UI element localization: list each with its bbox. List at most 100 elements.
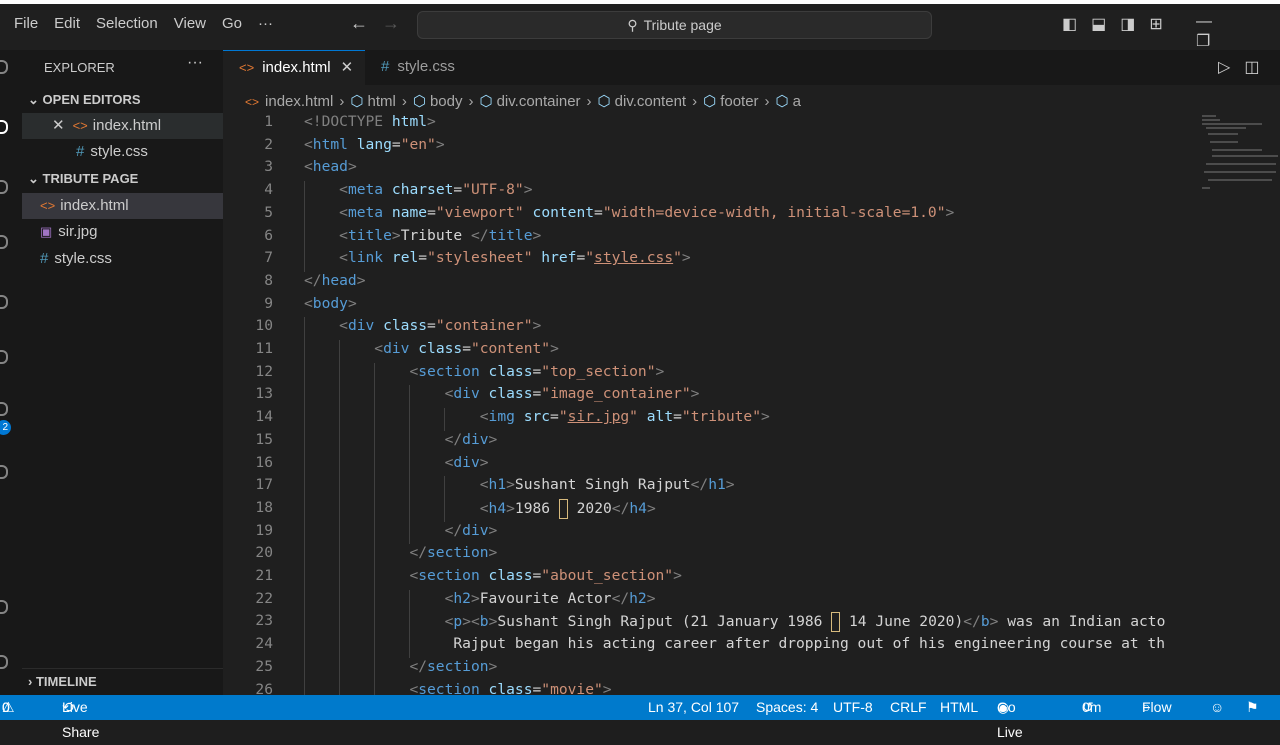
line-text: <body> (304, 294, 357, 312)
testing-icon[interactable] (0, 465, 8, 479)
command-center-search[interactable]: ⚲ Tribute page (417, 11, 932, 39)
breadcrumb-item[interactable]: html (368, 93, 396, 110)
tab-label: style.css (397, 58, 455, 75)
timeline-section[interactable]: › TIMELINE (22, 668, 223, 695)
line-number: 13 (255, 385, 273, 403)
open-editor-style-css[interactable]: # style.css (22, 139, 223, 165)
split-editor-icon[interactable]: ◫ (1244, 59, 1259, 76)
encoding[interactable]: UTF-8 (833, 695, 873, 720)
minimap-line (1206, 163, 1276, 165)
menu-file[interactable]: File (14, 15, 38, 32)
line-number: 26 (255, 680, 273, 696)
forward-arrow-icon[interactable]: → (382, 13, 400, 33)
menu-more[interactable]: ··· (258, 15, 273, 32)
html-file-icon: <> (72, 118, 88, 133)
close-tab-icon[interactable]: ✕ (341, 59, 354, 76)
explorer-sidebar: EXPLORER ··· ⌄ OPEN EDITORS ✕ <> index.htm… (22, 50, 223, 695)
line-text: <!DOCTYPE html> (304, 113, 436, 130)
line-number: 19 (255, 521, 273, 539)
feedback-icon[interactable]: ⚑ (1246, 695, 1259, 720)
file-style-css[interactable]: # style.css (22, 246, 223, 272)
minimap-line (1202, 187, 1210, 189)
code-line: 21 <section class="about_section"> (223, 567, 1198, 590)
accounts-icon[interactable] (0, 600, 8, 614)
line-text: <title>Tribute </title> (339, 226, 542, 244)
line-text: <head> (304, 158, 357, 176)
restore-icon[interactable]: ❐ (1196, 33, 1210, 50)
minimap-line (1212, 149, 1262, 151)
code-line: 1 <!DOCTYPE html> (223, 113, 1198, 136)
remote-icon[interactable] (0, 350, 8, 364)
source-control-icon[interactable] (0, 235, 8, 249)
chevron-down-icon: ⌄ (28, 92, 39, 107)
breadcrumb-item[interactable]: index.html (265, 93, 333, 110)
file-label: index.html (60, 197, 129, 214)
image-file-icon: ▣ (40, 224, 53, 239)
cursor-position[interactable]: Ln 37, Col 107 (648, 695, 739, 720)
file-label: sir.jpg (58, 223, 98, 240)
line-number: 20 (255, 544, 273, 562)
line-text: Rajput began his acting career after dro… (304, 635, 1166, 653)
tab-bar: <> index.html ✕ # style.css ▷ ◫ (223, 50, 1280, 85)
breadcrumb-item[interactable]: div.content (615, 93, 686, 110)
toggle-secondary-sidebar-icon[interactable]: ◨ (1120, 14, 1135, 34)
files-icon[interactable] (0, 60, 8, 74)
toggle-panel-icon[interactable]: ⬓ (1091, 14, 1106, 34)
extensions-badge: 2 (0, 420, 11, 435)
css-file-icon: # (76, 143, 85, 160)
back-arrow-icon[interactable]: ← (350, 13, 368, 33)
run-debug-icon[interactable] (0, 295, 8, 309)
extensions-icon[interactable] (0, 402, 8, 416)
chevron-down-icon: ⌄ (28, 171, 39, 186)
breadcrumb-item[interactable]: body (430, 93, 463, 110)
tab-label: index.html (262, 59, 331, 76)
file-label: style.css (54, 250, 112, 267)
editor-actions: ▷ ◫ (1218, 57, 1273, 77)
menu-go[interactable]: Go (222, 15, 242, 32)
file-index-html[interactable]: <> index.html (22, 193, 223, 219)
minimize-icon[interactable]: — (1196, 13, 1212, 30)
menu-edit[interactable]: Edit (54, 15, 80, 32)
toggle-primary-sidebar-icon[interactable]: ◧ (1062, 14, 1077, 34)
line-text: <link rel="stylesheet" href="style.css"> (339, 249, 691, 267)
code-editor[interactable]: 1 <!DOCTYPE html> 2 <html lang="en"> 3 <hea… (223, 113, 1198, 695)
search-activity-icon[interactable] (0, 180, 8, 194)
breadcrumb-item[interactable]: a (793, 93, 801, 110)
menu-view[interactable]: View (174, 15, 206, 32)
customize-layout-icon[interactable]: ⊞ (1149, 14, 1162, 34)
flow-label: Flow (1142, 699, 1172, 715)
timer-label: 0m (1082, 699, 1102, 715)
minimap[interactable] (1198, 113, 1280, 695)
close-icon[interactable]: ✕ (52, 117, 65, 134)
manage-gear-icon[interactable] (0, 655, 8, 669)
line-number: 22 (255, 589, 273, 607)
code-line: 23 <p><b>Sushant Singh Rajput (21 Januar… (223, 612, 1198, 635)
line-text: <p><b>Sushant Singh Rajput (21 January 1… (444, 612, 1166, 633)
open-editor-index-html[interactable]: ✕ <> index.html (22, 113, 223, 139)
line-number: 25 (255, 657, 273, 675)
breadcrumb-item[interactable]: div.container (497, 93, 581, 110)
line-text: </div> (444, 521, 498, 539)
tab-index-html[interactable]: <> index.html ✕ (223, 50, 365, 85)
code-line: 26 <section class="movie"> (223, 681, 1198, 696)
end-of-line[interactable]: CRLF (890, 695, 927, 720)
code-line: 5 <meta name="viewport" content="width=d… (223, 204, 1198, 227)
indentation[interactable]: Spaces: 4 (756, 695, 818, 720)
breadcrumb-item[interactable]: footer (720, 93, 758, 110)
line-number: 3 (264, 158, 273, 176)
menu-selection[interactable]: Selection (96, 15, 158, 32)
code-line: 10 <div class="container"> (223, 317, 1198, 340)
language-mode[interactable]: HTML (940, 695, 978, 720)
project-folder-section[interactable]: ⌄ TRIBUTE PAGE (22, 166, 223, 192)
tab-style-css[interactable]: # style.css (365, 50, 505, 85)
open-editors-section[interactable]: ⌄ OPEN EDITORS (22, 87, 223, 113)
file-sir-jpg[interactable]: ▣ sir.jpg (22, 219, 223, 245)
line-number: 9 (264, 294, 273, 312)
copilot-icon[interactable]: ☺ (1210, 695, 1224, 720)
explorer-more-icon[interactable]: ··· (187, 54, 203, 72)
run-icon[interactable]: ▷ (1218, 59, 1230, 76)
window-controls: —❐ (1196, 13, 1280, 51)
open-editor-label: index.html (92, 117, 162, 134)
code-line: 15 </div> (223, 431, 1198, 454)
explorer-icon[interactable] (0, 120, 8, 134)
